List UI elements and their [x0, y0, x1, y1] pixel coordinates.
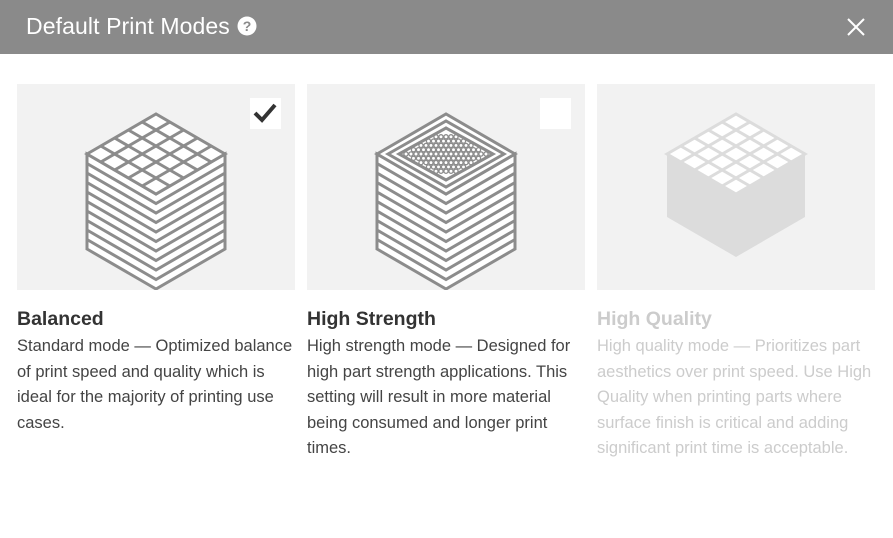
dialog-header: Default Print Modes ? [0, 0, 893, 54]
mode-description: High quality mode — Prioritizes part aes… [597, 337, 872, 457]
high-strength-checkbox[interactable] [540, 98, 571, 129]
svg-text:?: ? [243, 18, 252, 34]
solid-cube-grid-icon [664, 112, 808, 257]
mode-description: Standard mode — Optimized balance of pri… [17, 337, 293, 432]
mode-description: High strength mode — Designed for high p… [307, 337, 571, 457]
high-strength-mode-text: High Strength High strength mode — Desig… [307, 306, 587, 462]
help-icon[interactable]: ? [237, 16, 257, 36]
dialog-title: Default Print Modes [26, 13, 230, 39]
balanced-checkbox[interactable] [250, 98, 281, 129]
mode-title: High Strength [307, 308, 436, 330]
high-quality-mode-text: High Quality High quality mode — Priorit… [597, 306, 877, 462]
checkmark-icon [253, 103, 277, 123]
high-strength-mode-card[interactable] [307, 84, 585, 290]
mode-title: High Quality [597, 308, 712, 330]
balanced-mode-text: Balanced Standard mode — Optimized balan… [17, 306, 297, 436]
mode-title: Balanced [17, 308, 104, 330]
close-icon[interactable] [845, 16, 867, 38]
balanced-mode-card[interactable] [17, 84, 295, 290]
high-quality-mode-card [597, 84, 875, 290]
